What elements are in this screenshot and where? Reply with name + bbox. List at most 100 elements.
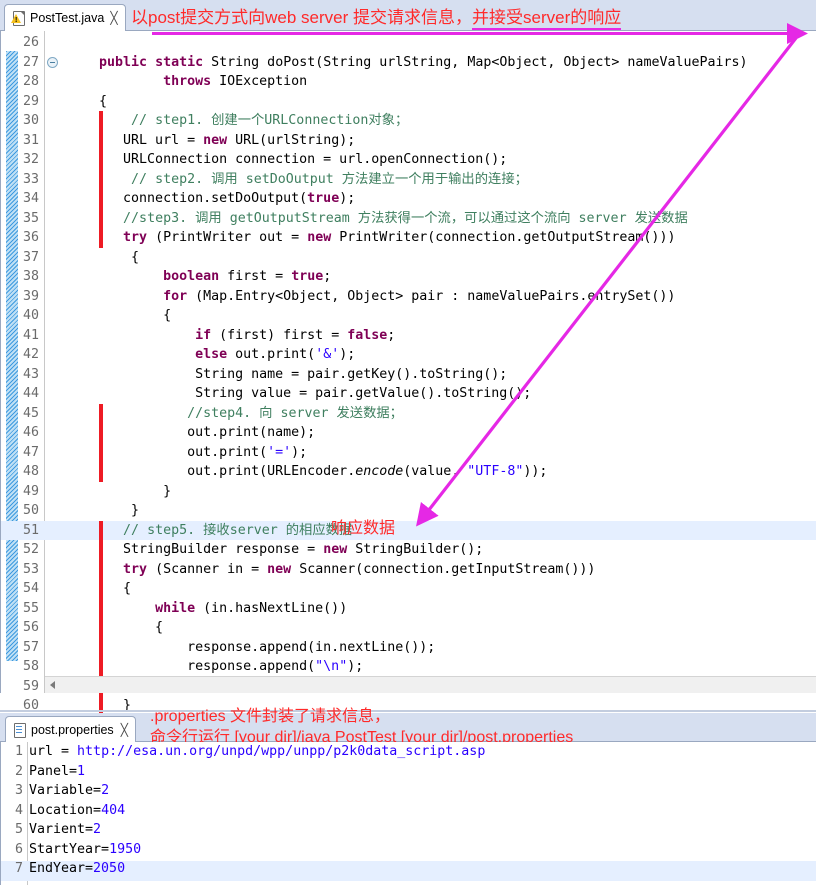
properties-tab-label: post.properties: [31, 722, 114, 737]
editor-title-annotation: 以post提交方式向web server 提交请求信息，并接受server的响应: [131, 3, 622, 30]
editor-text-area[interactable]: 26 27 public static String doPost(String …: [0, 31, 816, 716]
block-marker: [99, 598, 103, 618]
properties-line-number: 5: [14, 822, 23, 837]
line-number: 31: [22, 132, 39, 148]
code-line: 51 // step5. 接收server 的相应数据: [1, 520, 816, 540]
editor-title-annotation-underlined: 并接受server的响应: [472, 8, 622, 30]
code-line: 32 URLConnection connection = url.openCo…: [1, 150, 816, 170]
line-number: 58: [22, 659, 39, 674]
properties-line-number: 1: [14, 744, 23, 759]
block-marker: [99, 442, 103, 462]
code-line: 34 connection.setDoOutput(true);: [1, 189, 816, 209]
properties-line-text: EndYear=2050: [29, 861, 126, 876]
line-number: 54: [22, 581, 39, 596]
line-number: 40: [22, 308, 39, 323]
code-line: 40 {: [1, 306, 816, 326]
line-text: boolean first = true;: [163, 269, 332, 284]
code-line: 41 if (first) first = false;: [1, 326, 816, 346]
properties-line: 4 Location=404: [1, 803, 816, 823]
line-number: 32: [22, 152, 39, 167]
line-text: {: [67, 249, 140, 265]
code-line: 42 else out.print('&');: [1, 345, 816, 365]
line-number: 35: [22, 210, 39, 226]
code-line: 49 }: [1, 482, 816, 502]
code-line: 56 {: [1, 618, 816, 638]
tab-post-properties[interactable]: post.properties ╳: [5, 716, 136, 742]
editor-title-annotation-plain: 以post提交方式向web server 提交请求信息，: [131, 8, 472, 27]
block-marker: [99, 520, 103, 540]
code-line: 47 out.print('=');: [1, 443, 816, 463]
eclipse-editor-screenshot: ! PostTest.java ╳ 以post提交方式向web server 提…: [0, 0, 816, 885]
code-line: 44 String value = pair.getValue().toStri…: [1, 384, 816, 404]
line-text: // step5. 接收server 的相应数据: [123, 522, 353, 538]
code-line: 28 throws IOException: [1, 72, 816, 92]
line-number: 33: [22, 171, 39, 187]
line-text: out.print(name);: [67, 425, 316, 440]
block-marker: [99, 403, 103, 423]
properties-line-number: 6: [14, 841, 23, 857]
scroll-left-arrow-icon[interactable]: [50, 681, 55, 689]
properties-editor-pane: post.properties ╳ .properties 文件封装了请求信息，…: [0, 708, 816, 885]
line-text: String value = pair.getValue().toString(…: [67, 386, 532, 401]
line-number: 42: [22, 347, 39, 362]
java-warning-file-icon: !: [11, 10, 26, 26]
line-text: response.append("\n");: [67, 659, 364, 674]
line-text: //step3. 调用 getOutputStream 方法获得一个流，可以通过…: [123, 210, 688, 226]
code-line: 36 try (PrintWriter out = new PrintWrite…: [1, 228, 816, 248]
properties-text-area[interactable]: 1 url = http://esa.un.org/unpd/wpp/unpp/p…: [0, 742, 816, 885]
line-text: for (Map.Entry<Object, Object> pair : na…: [163, 288, 676, 304]
java-editor-pane: ! PostTest.java ╳ 以post提交方式向web server 提…: [0, 0, 816, 716]
line-number: 41: [22, 327, 39, 343]
code-line: 33 // step2. 调用 setDoOutput 方法建立一个用于输出的连…: [1, 170, 816, 190]
block-marker: [99, 637, 103, 657]
line-number: 52: [22, 542, 39, 557]
line-number: 49: [22, 483, 39, 499]
line-number: 48: [22, 464, 39, 479]
line-text: {: [67, 308, 172, 323]
line-text: URL url = new URL(urlString);: [67, 132, 356, 148]
code-line: 26: [1, 33, 816, 53]
line-text: try (Scanner in = new Scanner(connection…: [123, 561, 596, 577]
properties-line-text: Varient=2: [29, 822, 102, 837]
code-line: 58 response.append("\n");: [1, 657, 816, 677]
editor-horizontal-scrollbar[interactable]: [45, 676, 816, 693]
code-line: 37 {: [1, 248, 816, 268]
fold-collapse-icon[interactable]: [47, 56, 58, 68]
line-text: else out.print('&');: [195, 347, 356, 362]
close-icon[interactable]: ╳: [110, 11, 117, 25]
properties-line-number: 2: [14, 763, 23, 779]
tab-label: PostTest.java: [30, 11, 105, 25]
line-number: 57: [22, 639, 39, 655]
block-marker: [99, 189, 103, 209]
line-number: 55: [22, 600, 39, 616]
properties-line: 5 Varient=2: [1, 822, 816, 842]
block-marker: [99, 208, 103, 228]
properties-line: 6 StartYear=1950: [1, 842, 816, 862]
code-line: 57 response.append(in.nextLine());: [1, 638, 816, 658]
block-marker: [99, 462, 103, 482]
code-line: 54 {: [1, 579, 816, 599]
line-number: 29: [22, 93, 39, 109]
editor-tab-bar: ! PostTest.java ╳ 以post提交方式向web server 提…: [0, 0, 816, 31]
line-text: if (first) first = false;: [195, 327, 396, 343]
close-icon[interactable]: ╳: [121, 723, 128, 737]
properties-line-text: Panel=1: [29, 763, 86, 779]
line-text: // step2. 调用 setDoOutput 方法建立一个用于输出的连接；: [131, 171, 528, 187]
line-number: 59: [22, 678, 39, 694]
line-number: 27: [22, 54, 39, 70]
properties-line-number: 4: [14, 802, 23, 818]
properties-line-number: 3: [14, 783, 23, 798]
line-text: StringBuilder response = new StringBuild…: [67, 542, 484, 557]
code-line: 35 //step3. 调用 getOutputStream 方法获得一个流，可…: [1, 209, 816, 229]
line-text: String name = pair.getKey().toString();: [67, 366, 508, 382]
code-line: 48 out.print(URLEncoder.encode(value, "U…: [1, 462, 816, 482]
line-number: 50: [22, 503, 39, 518]
line-number: 37: [22, 249, 39, 265]
code-line: 29 {: [1, 92, 816, 112]
tab-posttest-java[interactable]: ! PostTest.java ╳: [4, 4, 126, 31]
code-line: 52 StringBuilder response = new StringBu…: [1, 540, 816, 560]
line-text: connection.setDoOutput(true);: [67, 191, 356, 206]
block-marker: [99, 657, 103, 677]
line-text: {: [67, 93, 108, 109]
properties-line-text: Location=404: [29, 802, 126, 818]
